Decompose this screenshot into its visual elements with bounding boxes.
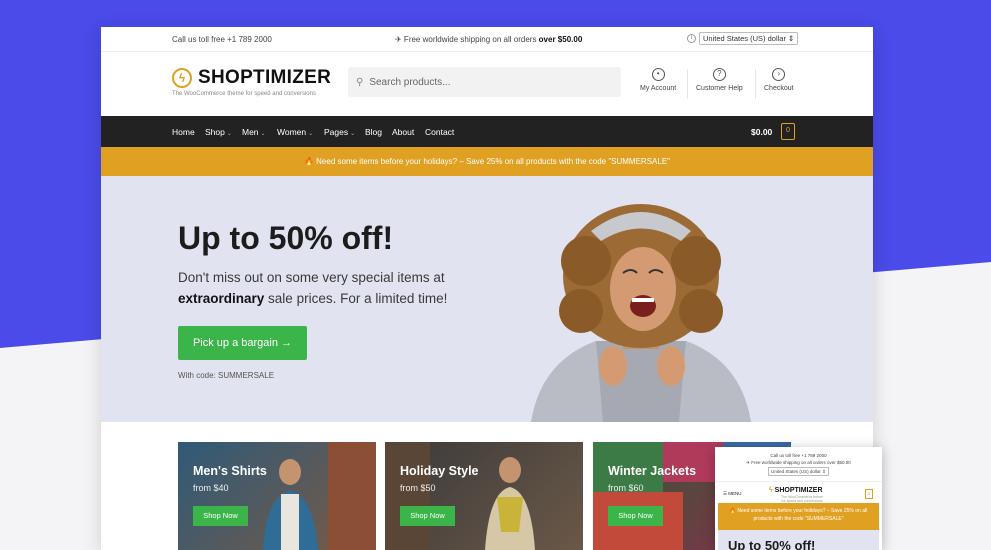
nav-blog[interactable]: Blog [365,127,382,137]
lightning-bolt-icon: ϟ [172,68,192,88]
shopping-bag-icon[interactable]: 0 [781,123,795,140]
search-placeholder: Search products... [369,76,451,88]
chevron-down-icon: ⌄ [350,131,356,137]
promo-banner: 🔥 Need some items before your holidays? … [101,147,873,176]
info-icon[interactable]: i [687,34,696,43]
nav-women[interactable]: Women ⌄ [277,127,313,137]
top-bar: Call us toll free +1 789 2000 ✈ Free wor… [101,27,873,52]
nav-contact[interactable]: Contact [425,127,454,137]
header-divider [755,69,756,99]
category-card[interactable]: Holiday Style from $50 Shop Now [385,442,583,550]
header-divider [687,69,688,99]
mobile-top-bar: Call us toll free +1 789 2000 ✈ Free wor… [715,447,882,476]
mobile-menu-button[interactable]: ☰ MENU [723,491,742,497]
category-price: from $50 [400,483,436,493]
category-card[interactable]: Men's Shirts from $40 Shop Now [178,442,376,550]
mobile-tagline: The WooCommerce theme for speed and conv… [781,495,823,503]
mobile-header: ☰ MENU ϟ SHOPTIMIZER The WooCommerce the… [715,481,882,505]
logo-text: SHOPTIMIZER [198,67,332,88]
lightning-bolt-icon: ϟ [769,487,773,494]
hero-subtitle: Don't miss out on some very special item… [178,270,448,306]
pick-up-bargain-button[interactable]: Pick up a bargain → [178,326,307,360]
my-account-label: My Account [640,85,677,92]
free-shipping-notice: ✈ Free worldwide shipping on all orders … [395,35,583,44]
chevron-down-icon: ⌄ [260,131,266,137]
currency-select[interactable]: United States (US) dollar ⇕ [699,32,799,45]
shop-now-button[interactable]: Shop Now [608,506,663,526]
chevron-down-icon: ⌄ [226,131,232,137]
customer-help-link[interactable]: ? Customer Help [696,68,743,92]
mobile-preview: Call us toll free +1 789 2000 ✈ Free wor… [715,447,882,550]
nav-pages[interactable]: Pages ⌄ [324,127,355,137]
hero-title: Up to 50% off! [178,220,394,256]
nav-about[interactable]: About [392,127,414,137]
customer-help-label: Customer Help [696,85,743,92]
category-price: from $40 [193,483,229,493]
nav-home[interactable]: Home [172,127,195,137]
arrow-right-circle-icon: › [772,68,786,81]
search-input[interactable]: ⚲ Search products... [348,67,621,97]
mobile-hero-title: Up to 50% off! [728,538,816,550]
category-price: from $60 [608,483,644,493]
category-title: Holiday Style [400,464,479,478]
nav-men[interactable]: Men ⌄ [242,127,266,137]
nav-shop[interactable]: Shop ⌄ [205,127,232,137]
checkout-link[interactable]: › Checkout [764,68,794,92]
category-title: Men's Shirts [193,464,267,478]
site-tagline: The WooCommerce theme for speed and conv… [172,91,316,97]
hero-model-image [531,204,751,422]
user-icon: • [651,68,665,81]
category-image [385,442,535,550]
checkout-label: Checkout [764,85,794,92]
hero-section: Up to 50% off! Don't miss out on some ve… [101,176,873,422]
shop-now-button[interactable]: Shop Now [193,506,248,526]
search-icon: ⚲ [356,76,364,88]
chevron-down-icon: ⌄ [308,131,314,137]
site-logo[interactable]: ϟ SHOPTIMIZER [172,67,331,89]
mobile-promo-banner: 🔥 Need some items before your holidays? … [718,503,879,530]
toll-free-phone: Call us toll free +1 789 2000 [172,35,272,44]
site-header: ϟ SHOPTIMIZER The WooCommerce theme for … [101,52,873,116]
hero-code: With code: SUMMERSALE [178,371,275,380]
mobile-phone: Call us toll free +1 789 2000 [770,453,827,458]
main-nav: Home Shop ⌄ Men ⌄ Women ⌄ Pages ⌄ Blog About… [101,116,873,147]
category-title: Winter Jackets [608,464,697,478]
mobile-currency-select[interactable]: United States (US) dollar ⇕ [768,467,829,476]
cart-total[interactable]: $0.00 [751,127,772,137]
mobile-logo[interactable]: ϟ SHOPTIMIZER [769,487,823,494]
help-icon: ? [712,68,726,81]
mobile-shipping: ✈ Free worldwide shipping on all orders … [746,460,851,465]
shop-now-button[interactable]: Shop Now [400,506,455,526]
my-account-link[interactable]: • My Account [640,68,676,92]
category-image [263,442,376,550]
mobile-hero: Up to 50% off! [718,530,879,550]
mobile-cart-icon[interactable]: 0 [865,489,873,499]
